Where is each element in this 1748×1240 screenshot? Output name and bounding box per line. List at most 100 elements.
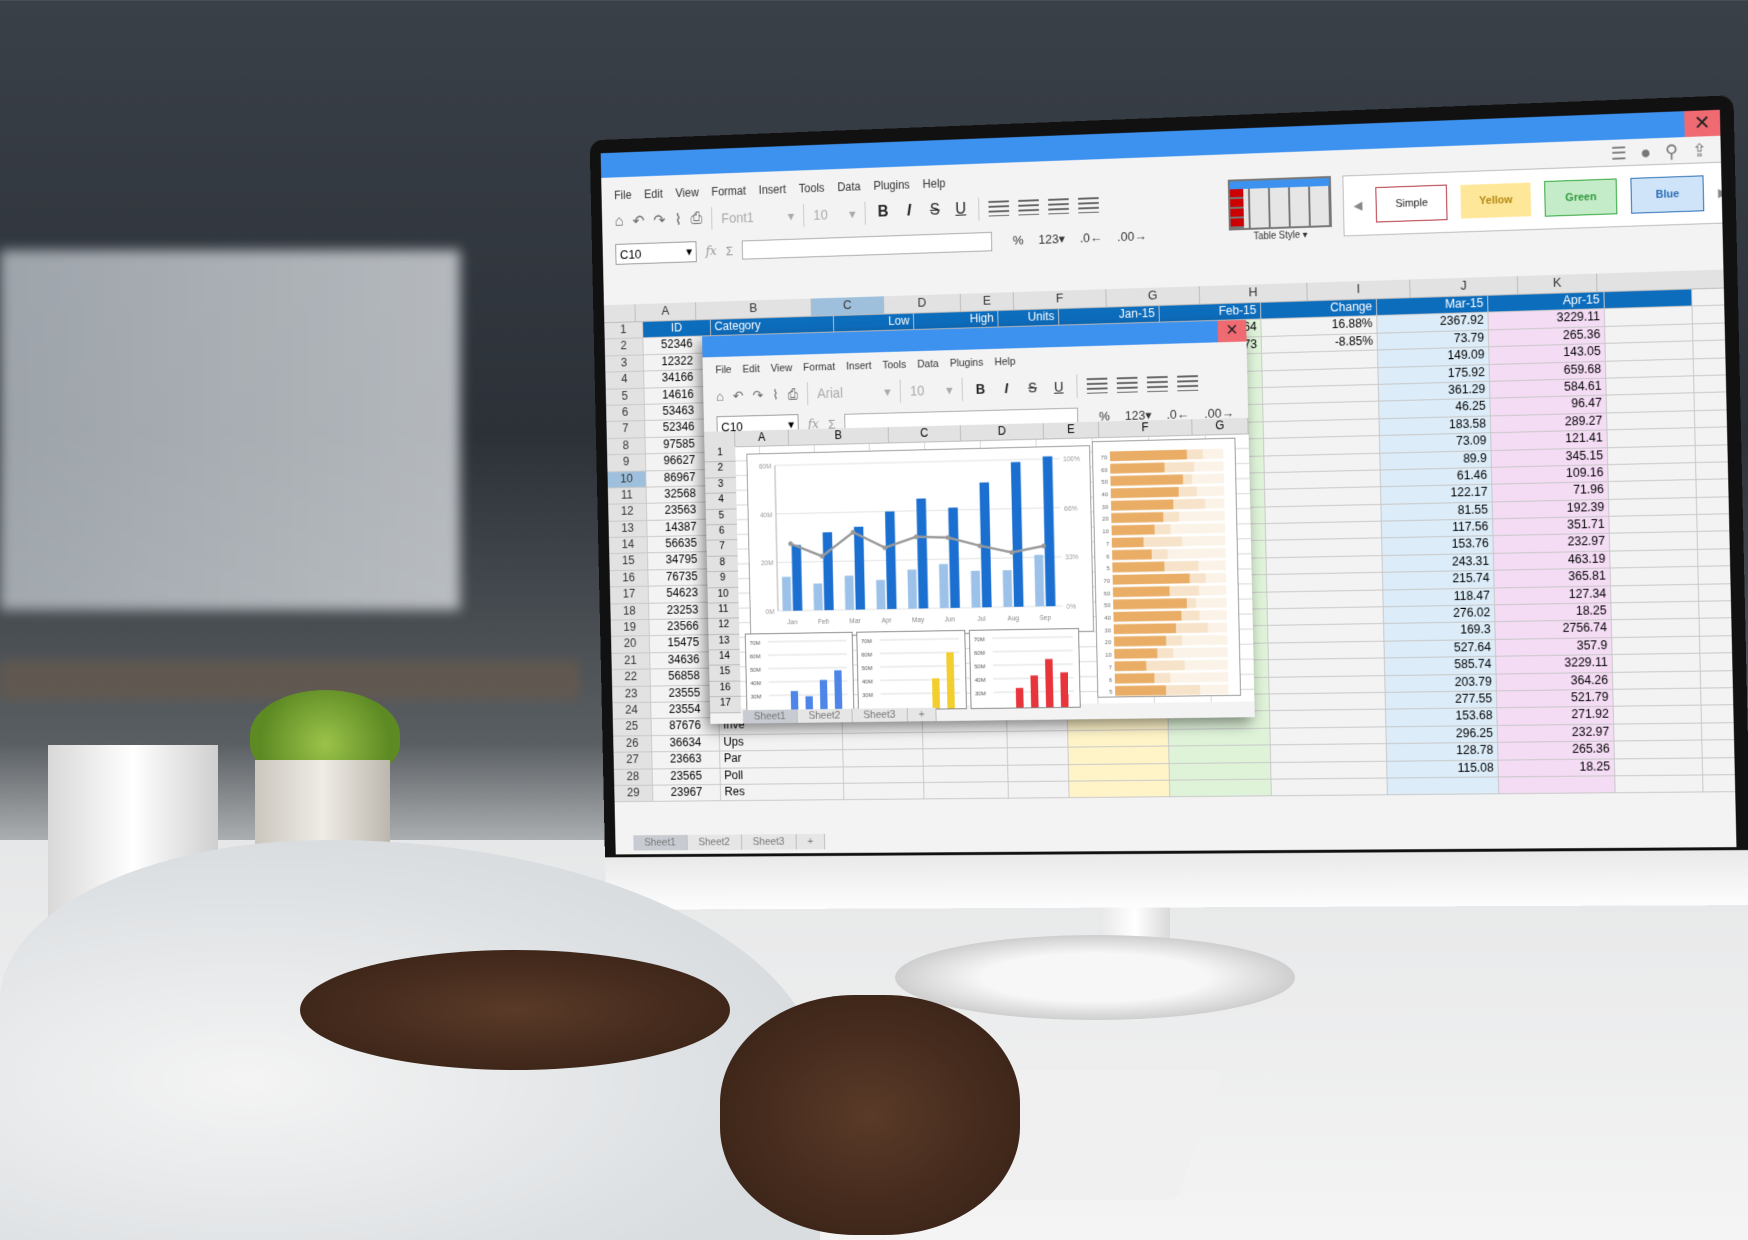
align-justify-icon[interactable] bbox=[1078, 197, 1100, 214]
formula-input[interactable] bbox=[741, 231, 993, 260]
cell[interactable] bbox=[1605, 324, 1694, 344]
horizontal-bar-chart[interactable]: 70 60 50 40 30 20 10 7 6 5 70 60 50 40 30 20 10 7 6 5 bbox=[1091, 437, 1242, 698]
column-header-e[interactable]: E bbox=[1043, 421, 1100, 439]
underline-button[interactable]: U bbox=[952, 201, 969, 219]
back-window-close-button[interactable]: ✕ bbox=[1684, 109, 1721, 138]
cell[interactable]: 153.76 bbox=[1382, 536, 1494, 555]
cell[interactable]: Poll bbox=[720, 767, 844, 784]
cell[interactable] bbox=[1606, 393, 1695, 413]
cell[interactable] bbox=[1608, 462, 1697, 482]
gallery-prev-icon[interactable]: ◀ bbox=[1353, 198, 1362, 212]
cell[interactable] bbox=[1607, 445, 1697, 465]
cell[interactable]: 46.25 bbox=[1379, 398, 1491, 419]
font-size-select[interactable]: 10 ▾ bbox=[910, 381, 953, 399]
cell[interactable]: 183.58 bbox=[1379, 416, 1492, 436]
cell[interactable]: Res bbox=[720, 783, 845, 801]
corner-cell[interactable] bbox=[603, 304, 636, 323]
font-select[interactable]: Arial ▾ bbox=[817, 383, 891, 401]
row-number[interactable]: 3 bbox=[705, 477, 737, 495]
column-header-e[interactable]: E bbox=[960, 292, 1015, 312]
cell[interactable]: 203.79 bbox=[1385, 674, 1497, 692]
cell[interactable]: Par bbox=[720, 750, 844, 768]
cell[interactable]: 71.96 bbox=[1492, 482, 1610, 502]
row-number[interactable]: 9 bbox=[707, 571, 739, 588]
sheet-tab-sheet1[interactable]: Sheet1 bbox=[633, 834, 688, 851]
cell[interactable]: 96.47 bbox=[1490, 395, 1608, 416]
menu-item-plugins[interactable]: Plugins bbox=[873, 178, 910, 195]
align-left-icon[interactable] bbox=[1086, 377, 1108, 394]
cell[interactable] bbox=[1613, 705, 1702, 724]
row-number[interactable]: 16 bbox=[709, 681, 741, 698]
row-number[interactable]: 7 bbox=[606, 421, 646, 438]
gallery-next-icon[interactable]: ▶ bbox=[1718, 185, 1727, 199]
row-number[interactable]: 1 bbox=[604, 322, 644, 339]
increase-decimal-button[interactable]: .00→ bbox=[1117, 228, 1147, 245]
column-header-c[interactable]: C bbox=[811, 296, 885, 316]
row-number[interactable]: 14 bbox=[708, 650, 741, 667]
cell[interactable] bbox=[1611, 601, 1700, 620]
cell[interactable]: 127.34 bbox=[1494, 586, 1612, 605]
row-number[interactable]: 8 bbox=[706, 555, 738, 573]
cell[interactable] bbox=[1263, 401, 1380, 422]
cell[interactable] bbox=[1270, 744, 1388, 762]
cell[interactable]: 277.55 bbox=[1385, 691, 1498, 709]
cell[interactable]: 2367.92 bbox=[1377, 313, 1489, 333]
user-icon[interactable]: ● bbox=[1640, 142, 1651, 163]
cell[interactable] bbox=[1614, 758, 1704, 776]
cell[interactable]: 23663 bbox=[652, 751, 721, 769]
row-number[interactable]: 16 bbox=[609, 570, 649, 587]
column-header-c[interactable]: C bbox=[888, 425, 962, 443]
row-number[interactable]: 3 bbox=[605, 355, 645, 372]
cell[interactable] bbox=[1604, 306, 1693, 326]
bold-button[interactable]: B bbox=[972, 381, 989, 397]
column-header-i[interactable]: I bbox=[1307, 279, 1411, 301]
cell[interactable] bbox=[1268, 624, 1385, 643]
align-right-icon[interactable] bbox=[1146, 375, 1168, 393]
cell[interactable]: 2756.74 bbox=[1495, 620, 1613, 639]
row-number[interactable]: 28 bbox=[613, 768, 653, 785]
cell[interactable] bbox=[1267, 607, 1385, 626]
cell[interactable]: 361.29 bbox=[1378, 381, 1491, 401]
font-size-select[interactable]: 10 ▾ bbox=[813, 205, 856, 223]
style-yellow[interactable]: Yellow bbox=[1460, 182, 1532, 219]
cell[interactable]: 117.56 bbox=[1381, 519, 1494, 538]
cell[interactable]: -8.85% bbox=[1261, 333, 1378, 353]
cell[interactable] bbox=[1265, 521, 1383, 541]
row-number[interactable]: 18 bbox=[610, 603, 650, 620]
cell[interactable] bbox=[1262, 384, 1380, 405]
cell[interactable] bbox=[1264, 470, 1381, 490]
cell[interactable] bbox=[1271, 778, 1388, 796]
cell[interactable] bbox=[1268, 658, 1386, 677]
cell[interactable]: 659.68 bbox=[1489, 361, 1607, 381]
row-number[interactable]: 2 bbox=[604, 338, 644, 356]
share-icon[interactable]: ⇪ bbox=[1692, 140, 1707, 162]
italic-button[interactable]: I bbox=[998, 380, 1015, 396]
column-header-h[interactable]: H bbox=[1199, 282, 1308, 304]
cell[interactable] bbox=[1264, 453, 1381, 473]
sheet-tab-sheet2[interactable]: Sheet2 bbox=[797, 708, 853, 723]
clear-format-icon[interactable]: ⌇ bbox=[674, 210, 681, 229]
menu-icon[interactable]: ☰ bbox=[1611, 143, 1627, 164]
cell[interactable]: 109.16 bbox=[1491, 465, 1609, 484]
sheet-tab-sheet2[interactable]: Sheet2 bbox=[687, 834, 742, 851]
sheet-tab-sheet3[interactable]: Sheet3 bbox=[852, 707, 908, 723]
table-style-picker[interactable]: Table Style ▾ bbox=[1227, 175, 1332, 243]
cell[interactable] bbox=[1271, 761, 1388, 779]
cell[interactable]: 153.68 bbox=[1385, 708, 1498, 727]
menu-item-format[interactable]: Format bbox=[803, 361, 835, 377]
column-header-d[interactable]: D bbox=[961, 423, 1044, 441]
combo-bar-line-chart[interactable]: 0M 20M 40M 60M 0% 33% 66% 100% Jan Feb Mar Apr May Ju… bbox=[746, 445, 1095, 638]
cell[interactable]: 73.79 bbox=[1377, 330, 1490, 350]
strikethrough-button[interactable]: S bbox=[1024, 380, 1041, 396]
cell[interactable] bbox=[1387, 777, 1500, 795]
cell[interactable] bbox=[1609, 532, 1698, 551]
menu-item-plugins[interactable]: Plugins bbox=[950, 357, 984, 373]
cell[interactable] bbox=[1610, 584, 1700, 603]
row-number[interactable]: 5 bbox=[605, 388, 645, 405]
underline-button[interactable]: U bbox=[1050, 379, 1067, 395]
align-center-icon[interactable] bbox=[1018, 199, 1040, 216]
cell[interactable]: 265.36 bbox=[1498, 741, 1615, 760]
cell[interactable]: 122.17 bbox=[1381, 484, 1493, 504]
style-green[interactable]: Green bbox=[1544, 178, 1618, 217]
column-header-b[interactable]: B bbox=[695, 298, 812, 320]
